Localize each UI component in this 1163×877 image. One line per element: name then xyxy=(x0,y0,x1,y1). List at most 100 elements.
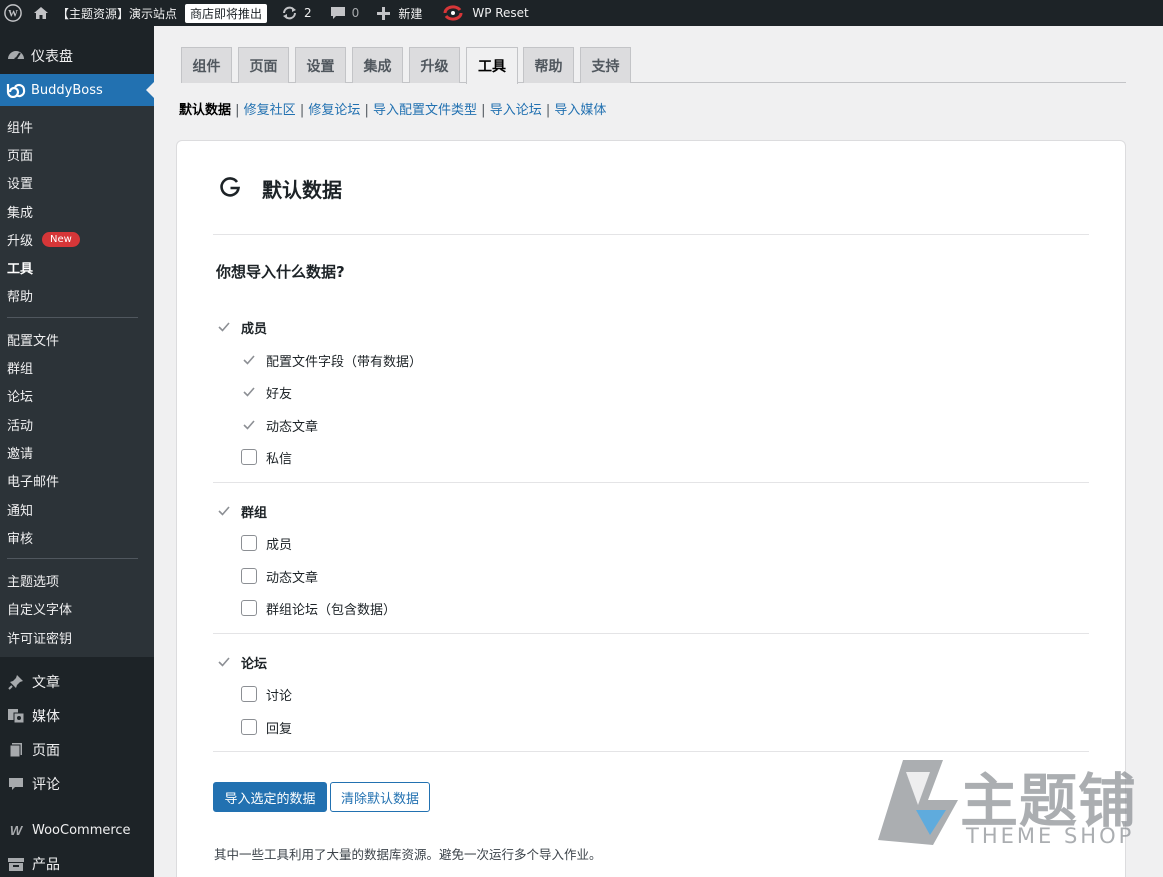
checkbox[interactable] xyxy=(241,686,257,702)
comments-count: 0 xyxy=(351,6,360,20)
new-content-link[interactable]: 新建 xyxy=(370,0,429,26)
submenu-groups[interactable]: 群组 xyxy=(0,353,154,381)
option-replies[interactable]: 回复 xyxy=(241,718,292,737)
submenu-emails[interactable]: 电子邮件 xyxy=(0,467,154,495)
wordpress-logo-icon[interactable]: W xyxy=(0,0,26,26)
svg-text:W: W xyxy=(8,9,18,20)
submenu-divider xyxy=(7,317,138,319)
comment-icon xyxy=(6,776,26,792)
tab-integrations[interactable]: 集成 xyxy=(352,47,403,83)
option-group-forums[interactable]: 群组论坛（包含数据） xyxy=(241,599,396,618)
group-label: 论坛 xyxy=(241,656,268,672)
comments-link[interactable]: 0 xyxy=(323,0,367,26)
menu-buddyboss[interactable]: BuddyBoss xyxy=(0,74,154,106)
admin-sidebar: 仪表盘 BuddyBoss 组件 页面 设置 集成 升级 New 工具 帮助 配… xyxy=(0,26,154,877)
submenu-help[interactable]: 帮助 xyxy=(0,282,154,310)
submenu-integrations[interactable]: 集成 xyxy=(0,197,154,225)
submenu-invites[interactable]: 邀请 xyxy=(0,438,154,466)
tab-settings[interactable]: 设置 xyxy=(295,47,346,83)
option-group-activity[interactable]: 动态文章 xyxy=(241,567,319,586)
import-question: 你想导入什么数据? xyxy=(216,263,345,281)
submenu-custom-fonts[interactable]: 自定义字体 xyxy=(0,595,154,623)
option-activity-posts[interactable]: 动态文章 xyxy=(241,416,318,435)
watermark-en: THEME SHOP xyxy=(966,824,1135,848)
subnav-import-profile-types[interactable]: 导入配置文件类型 xyxy=(373,103,477,118)
menu-woocommerce[interactable]: W WooCommerce xyxy=(0,813,154,847)
subnav-import-forums[interactable]: 导入论坛 xyxy=(490,103,542,118)
option-label: 私信 xyxy=(266,451,293,467)
buddyboss-submenu: 组件 页面 设置 集成 升级 New 工具 帮助 配置文件 群组 论坛 活动 邀… xyxy=(0,106,154,658)
import-selected-button[interactable]: 导入选定的数据 xyxy=(213,782,327,812)
home-icon xyxy=(33,6,49,20)
group-forums-checkbox[interactable]: 论坛 xyxy=(216,653,268,672)
updates-link[interactable]: 2 xyxy=(274,0,319,26)
new-badge: New xyxy=(42,231,80,247)
checkbox[interactable] xyxy=(241,568,257,584)
wp-reset-link[interactable]: WP Reset xyxy=(435,0,535,26)
checkbox[interactable] xyxy=(241,719,257,735)
submenu-activity[interactable]: 活动 xyxy=(0,410,154,438)
divider xyxy=(213,234,1089,235)
checkmark-icon xyxy=(241,384,257,400)
subnav-repair-community[interactable]: 修复社区 xyxy=(244,103,296,118)
tab-tools[interactable]: 工具 xyxy=(466,47,518,84)
submenu-components[interactable]: 组件 xyxy=(0,112,154,140)
option-label: 动态文章 xyxy=(266,570,319,586)
submenu-notifications[interactable]: 通知 xyxy=(0,495,154,523)
submenu-settings[interactable]: 设置 xyxy=(0,169,154,197)
submenu-upgrade[interactable]: 升级 New xyxy=(0,225,154,253)
tab-support[interactable]: 支持 xyxy=(580,47,631,83)
group-label: 群组 xyxy=(241,505,268,521)
tab-pages[interactable]: 页面 xyxy=(238,47,289,83)
subnav-import-media[interactable]: 导入媒体 xyxy=(554,103,606,118)
updates-count: 2 xyxy=(304,6,312,20)
checkbox[interactable] xyxy=(241,449,257,465)
store-badge: 商店即将推出 xyxy=(185,3,268,23)
submenu-pages[interactable]: 页面 xyxy=(0,140,154,168)
checkbox[interactable] xyxy=(241,535,257,551)
submenu-forums[interactable]: 论坛 xyxy=(0,382,154,410)
menu-products[interactable]: 产品 xyxy=(0,847,154,877)
group-groups-checkbox[interactable]: 群组 xyxy=(216,502,268,521)
divider xyxy=(213,482,1089,483)
submenu-license-keys[interactable]: 许可证密钥 xyxy=(0,623,154,651)
checkmark-icon xyxy=(216,319,232,335)
checkmark-icon xyxy=(216,503,232,519)
menu-buddyboss-label: BuddyBoss xyxy=(31,82,103,98)
divider xyxy=(213,633,1089,634)
option-private-messages[interactable]: 私信 xyxy=(241,448,293,467)
menu-comments[interactable]: 评论 xyxy=(0,767,154,801)
submenu-moderation[interactable]: 审核 xyxy=(0,523,154,551)
submenu-profiles[interactable]: 配置文件 xyxy=(0,325,154,353)
option-profile-fields[interactable]: 配置文件字段（带有数据） xyxy=(241,351,422,370)
menu-posts[interactable]: 文章 xyxy=(0,665,154,699)
google-g-icon xyxy=(219,176,241,202)
option-friends[interactable]: 好友 xyxy=(241,383,292,402)
submenu-tools[interactable]: 工具 xyxy=(0,253,154,281)
site-name: 【主题资源】演示站点 xyxy=(57,6,178,21)
option-discussions[interactable]: 讨论 xyxy=(241,685,293,704)
svg-text:W: W xyxy=(10,823,24,837)
menu-woocommerce-label: WooCommerce xyxy=(32,822,131,838)
clear-default-data-button[interactable]: 清除默认数据 xyxy=(330,782,430,812)
media-icon xyxy=(6,708,26,724)
option-group-members[interactable]: 成员 xyxy=(241,534,292,553)
subnav-repair-forums[interactable]: 修复论坛 xyxy=(308,103,360,118)
menu-dashboard[interactable]: 仪表盘 xyxy=(0,41,154,71)
menu-media[interactable]: 媒体 xyxy=(0,699,154,733)
option-label: 讨论 xyxy=(266,688,293,704)
wp-reset-label: WP Reset xyxy=(472,6,529,20)
tools-subnav: 默认数据 | 修复社区 | 修复论坛 | 导入配置文件类型 | 导入论坛 | 导… xyxy=(179,103,607,118)
comment-icon xyxy=(330,6,346,20)
updates-icon xyxy=(281,6,298,20)
submenu-divider xyxy=(7,558,138,560)
menu-pages[interactable]: 页面 xyxy=(0,733,154,767)
menu-pages-label: 页面 xyxy=(32,743,60,760)
tab-help[interactable]: 帮助 xyxy=(523,47,574,83)
site-home-link[interactable]: 【主题资源】演示站点 商店即将推出 xyxy=(26,0,274,26)
tab-upgrade[interactable]: 升级 xyxy=(409,47,460,83)
submenu-theme-options[interactable]: 主题选项 xyxy=(0,566,154,594)
checkbox[interactable] xyxy=(241,600,257,616)
group-members-checkbox[interactable]: 成员 xyxy=(216,318,267,337)
tab-components[interactable]: 组件 xyxy=(181,47,232,83)
